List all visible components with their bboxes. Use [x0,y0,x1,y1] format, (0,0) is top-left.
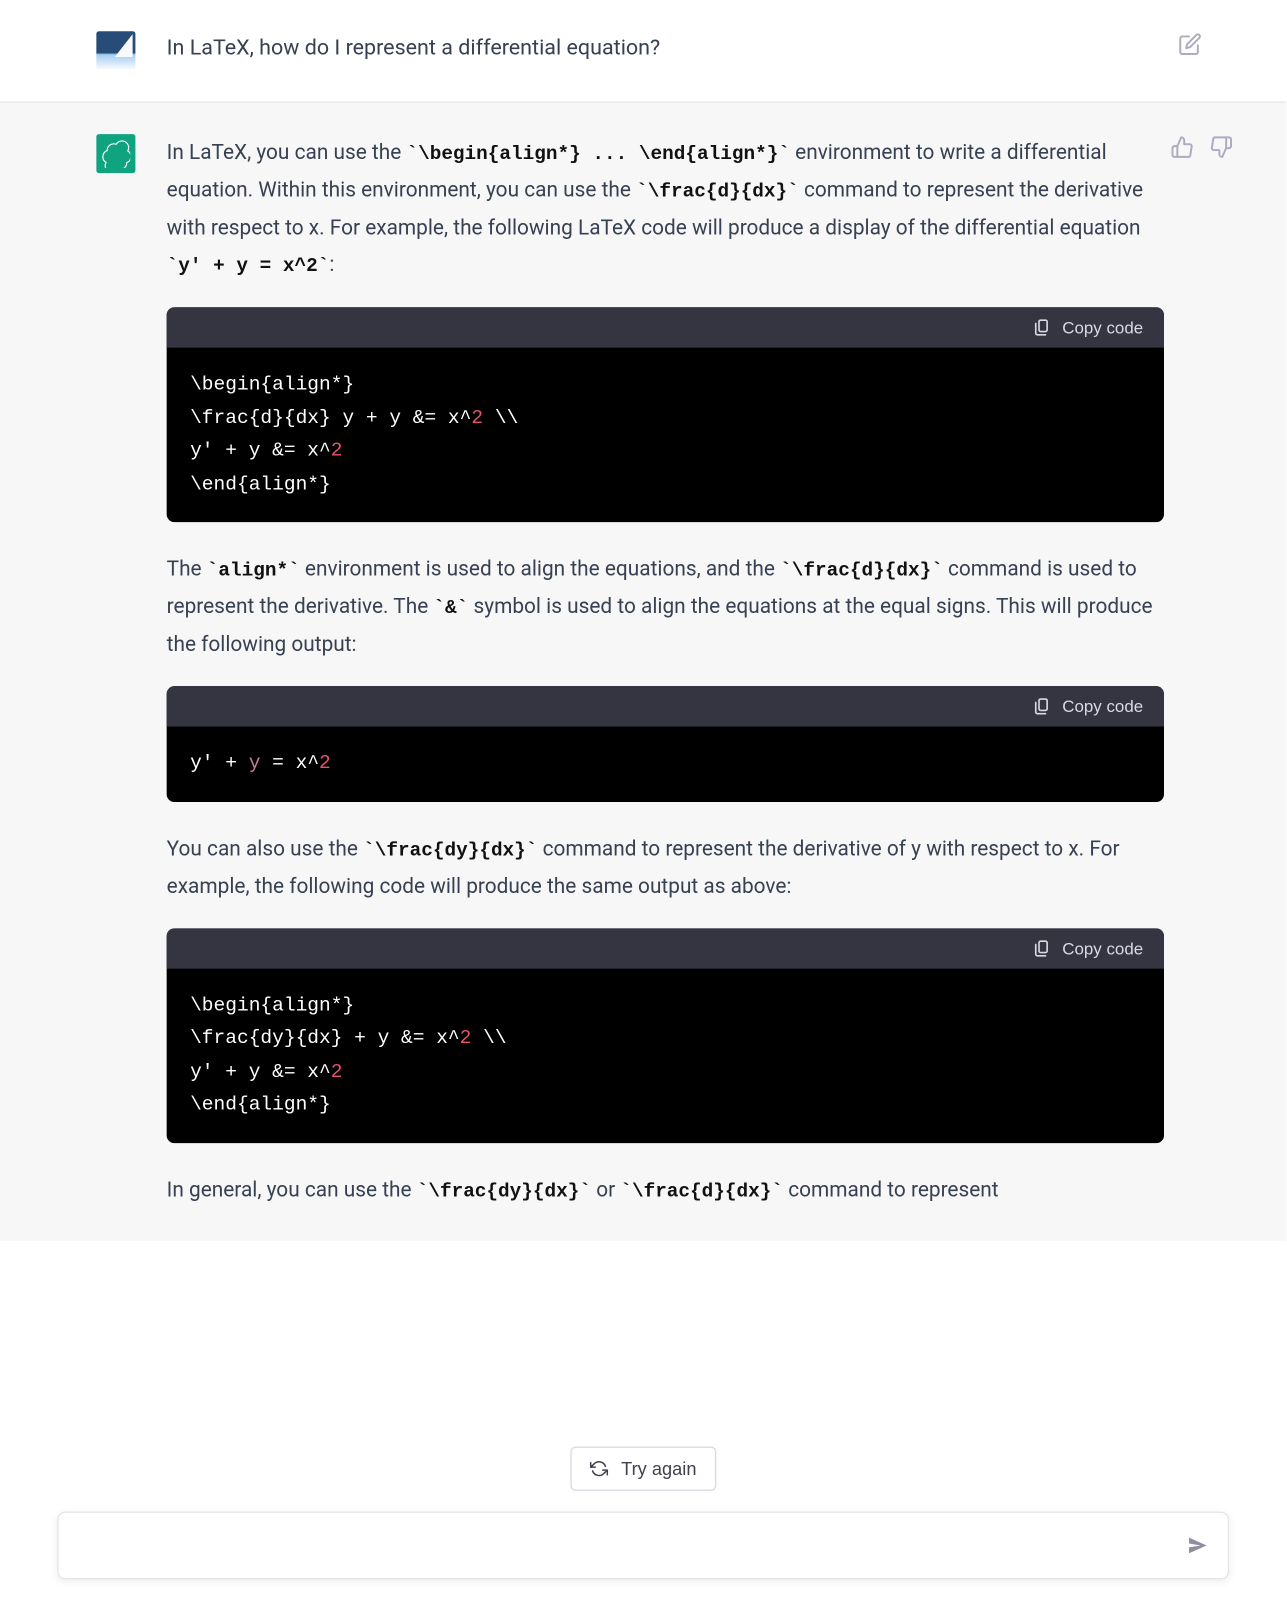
assistant-logo-icon [102,139,131,168]
send-button[interactable] [1186,1534,1209,1557]
code-body: \begin{align*} \frac{dy}{dx} + y &= x^2 … [167,968,1164,1142]
copy-code-button[interactable]: Copy code [1032,938,1143,958]
refresh-icon [590,1460,608,1478]
assistant-avatar [96,134,135,173]
send-icon [1186,1534,1209,1557]
inline-code: `&` [433,599,468,620]
composer [57,1512,1229,1580]
inline-code: `\frac{dy}{dx}` [363,841,537,862]
clipboard-icon [1032,318,1052,338]
assistant-paragraph-3: You can also use the `\frac{dy}{dx}` com… [167,830,1164,904]
message-input[interactable] [77,1534,1186,1556]
inline-code: `\frac{d}{dx}` [636,182,799,203]
inline-code: `\frac{dy}{dx}` [417,1182,591,1203]
copy-code-button[interactable]: Copy code [1032,697,1143,717]
inline-code: `\frac{d}{dx}` [620,1182,783,1203]
code-block-2: Copy code y' + y = x^2 [167,686,1164,801]
copy-code-label: Copy code [1062,318,1143,338]
user-message-text: In LaTeX, how do I represent a different… [167,31,1190,70]
code-block-1: Copy code \begin{align*} \frac{d}{dx} y … [167,307,1164,522]
inline-code: `align*` [207,561,300,582]
edit-icon [1178,33,1201,56]
user-question: In LaTeX, how do I represent a different… [167,36,661,61]
inline-code: `\frac{d}{dx}` [780,561,943,582]
thumbs-up-button[interactable] [1169,134,1195,160]
assistant-message-body: In LaTeX, you can use the `\begin{align*… [167,134,1216,1209]
assistant-paragraph-1: In LaTeX, you can use the `\begin{align*… [167,134,1164,284]
thumbs-down-icon [1210,135,1233,158]
inline-code: `\begin{align*} ... \end{align*}` [406,145,790,166]
clipboard-icon [1032,697,1052,717]
inline-code: `y' + y = x^2` [167,257,330,278]
assistant-paragraph-4: In general, you can use the `\frac{dy}{d… [167,1171,1164,1209]
code-body: \begin{align*} \frac{d}{dx} y + y &= x^2… [167,348,1164,522]
copy-code-label: Copy code [1062,938,1143,958]
clipboard-icon [1032,938,1052,958]
code-body: y' + y = x^2 [167,727,1164,802]
assistant-message-row: In LaTeX, you can use the `\begin{align*… [0,103,1286,1241]
try-again-button[interactable]: Try again [570,1447,716,1491]
thumbs-up-icon [1170,135,1193,158]
copy-code-button[interactable]: Copy code [1032,318,1143,338]
copy-code-label: Copy code [1062,697,1143,717]
user-avatar [96,31,135,70]
edit-button[interactable] [1177,31,1203,57]
code-block-3: Copy code \begin{align*} \frac{dy}{dx} +… [167,928,1164,1143]
try-again-label: Try again [621,1458,696,1479]
user-message-row: In LaTeX, how do I represent a different… [0,0,1286,103]
thumbs-down-button[interactable] [1208,134,1234,160]
assistant-paragraph-2: The `align*` environment is used to alig… [167,551,1164,663]
